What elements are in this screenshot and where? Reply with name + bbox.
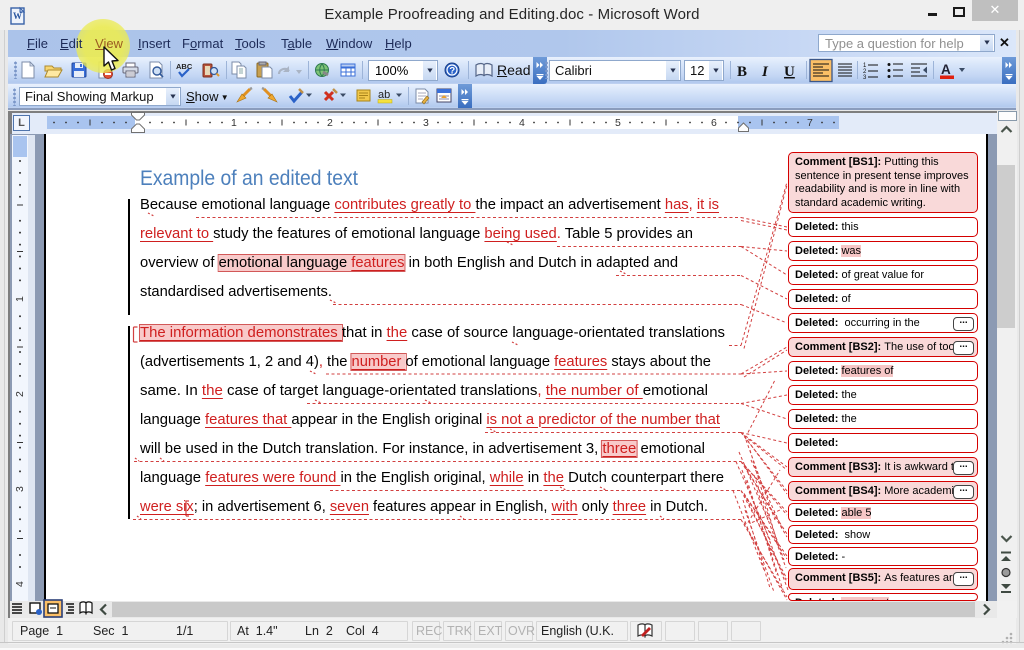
svg-text:ABC: ABC bbox=[176, 62, 193, 71]
svg-text:B: B bbox=[737, 64, 747, 80]
svg-text:A: A bbox=[941, 62, 951, 77]
svg-text:U: U bbox=[784, 64, 795, 80]
svg-text:ab: ab bbox=[378, 89, 390, 101]
svg-text:?: ? bbox=[449, 66, 455, 77]
svg-text:3: 3 bbox=[863, 75, 867, 81]
svg-text:I: I bbox=[761, 64, 769, 80]
